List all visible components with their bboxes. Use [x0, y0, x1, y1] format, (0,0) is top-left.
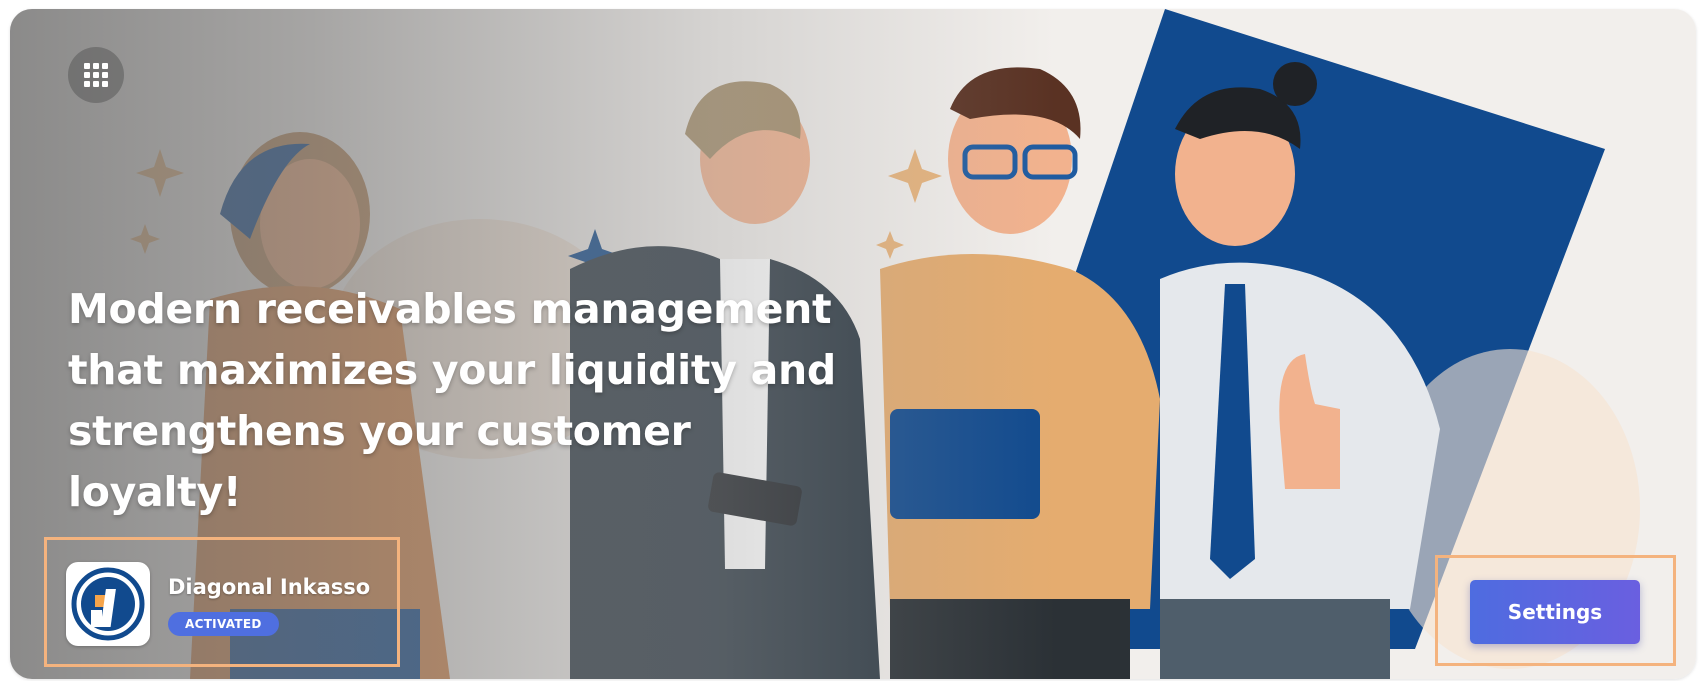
grid-icon [84, 63, 108, 87]
diagonal-inkasso-logo-icon [71, 567, 145, 641]
settings-button[interactable]: Settings [1470, 580, 1640, 644]
app-menu-button[interactable] [68, 47, 124, 103]
app-name: Diagonal Inkasso [168, 575, 371, 599]
status-badge: ACTIVATED [168, 612, 279, 636]
app-logo [66, 562, 150, 646]
banner-headline: Modern receivables management that maxim… [68, 285, 836, 516]
